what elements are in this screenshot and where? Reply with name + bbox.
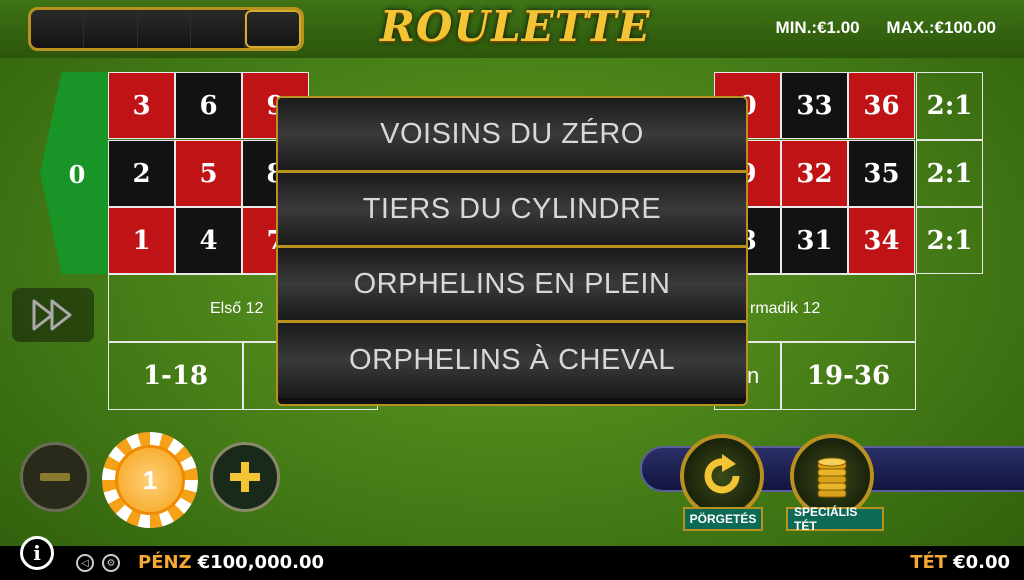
- balance-display: PÉNZ €100,000.00: [138, 552, 324, 573]
- min-limit: MIN.:€1.00: [775, 18, 860, 37]
- low-bet[interactable]: 1-18: [108, 342, 243, 410]
- dozen-third-label[interactable]: rmadik 12: [750, 300, 820, 318]
- option-voisins-du-zero[interactable]: VOISINS DU ZÉRO: [278, 98, 746, 173]
- increase-chip-button[interactable]: [210, 442, 280, 512]
- spin-arrow-icon: [704, 454, 740, 494]
- chip-selector[interactable]: 1: [102, 432, 198, 528]
- chip-value: 1: [115, 445, 185, 515]
- decrease-chip-button[interactable]: [20, 442, 90, 512]
- option-orphelins-en-plein[interactable]: ORPHELINS EN PLEIN: [278, 248, 746, 323]
- game-title: ROULETTE: [380, 2, 651, 51]
- minus-icon: [40, 473, 70, 481]
- partial-label: n: [747, 363, 760, 388]
- number-cell[interactable]: 32: [781, 140, 848, 207]
- number-cell[interactable]: 5: [175, 140, 242, 207]
- column-bet-middle[interactable]: 2:1: [916, 140, 983, 207]
- number-cell[interactable]: 6: [175, 72, 242, 139]
- number-cell[interactable]: 34: [848, 207, 915, 274]
- number-cell[interactable]: 33: [781, 72, 848, 139]
- history-slot-latest: [244, 10, 301, 48]
- dozen-first-label[interactable]: Első 12: [210, 300, 263, 318]
- fast-forward-icon: [32, 299, 72, 331]
- special-bet-label[interactable]: SPECIÁLIS TÉT: [786, 505, 884, 533]
- balance-value: €100,000.00: [197, 552, 325, 573]
- chip-stack-icon: [817, 457, 847, 498]
- history-slot: [191, 10, 245, 48]
- history-slot: [84, 10, 138, 48]
- spin-label[interactable]: PÖRGETÉS: [683, 507, 763, 531]
- bet-label: TÉT: [910, 552, 948, 573]
- number-cell[interactable]: 31: [781, 207, 848, 274]
- number-cell[interactable]: 36: [848, 72, 915, 139]
- special-bets-menu: VOISINS DU ZÉRO TIERS DU CYLINDRE ORPHEL…: [276, 96, 748, 406]
- info-button[interactable]: i: [20, 536, 54, 570]
- option-tiers-du-cylindre[interactable]: TIERS DU CYLINDRE: [278, 173, 746, 248]
- info-icon: i: [33, 541, 41, 565]
- history-slot: [137, 10, 192, 48]
- number-cell[interactable]: 3: [108, 72, 175, 139]
- option-orphelins-a-cheval[interactable]: ORPHELINS À CHEVAL: [278, 323, 746, 398]
- max-limit: MAX.:€100.00: [886, 18, 996, 37]
- fast-play-button[interactable]: [12, 288, 94, 342]
- plus-icon: [230, 462, 260, 492]
- zero-label: 0: [68, 160, 86, 189]
- bet-value: €0.00: [953, 552, 1010, 573]
- bet-limits: MIN.:€1.00 MAX.:€100.00: [754, 18, 996, 38]
- column-bet-top[interactable]: 2:1: [916, 72, 983, 140]
- history-bar: [28, 7, 304, 51]
- sound-icon[interactable]: ◁: [76, 554, 94, 572]
- bet-display: TÉT €0.00: [910, 552, 1010, 573]
- spin-button[interactable]: [680, 434, 764, 518]
- number-cell[interactable]: 4: [175, 207, 242, 274]
- number-cell[interactable]: 1: [108, 207, 175, 274]
- high-bet[interactable]: 19-36: [781, 342, 916, 410]
- settings-icon[interactable]: ⚙: [102, 554, 120, 572]
- balance-label: PÉNZ: [138, 552, 192, 573]
- history-slot: [31, 10, 85, 48]
- number-cell[interactable]: 35: [848, 140, 915, 207]
- column-bet-bottom[interactable]: 2:1: [916, 207, 983, 274]
- number-cell[interactable]: 2: [108, 140, 175, 207]
